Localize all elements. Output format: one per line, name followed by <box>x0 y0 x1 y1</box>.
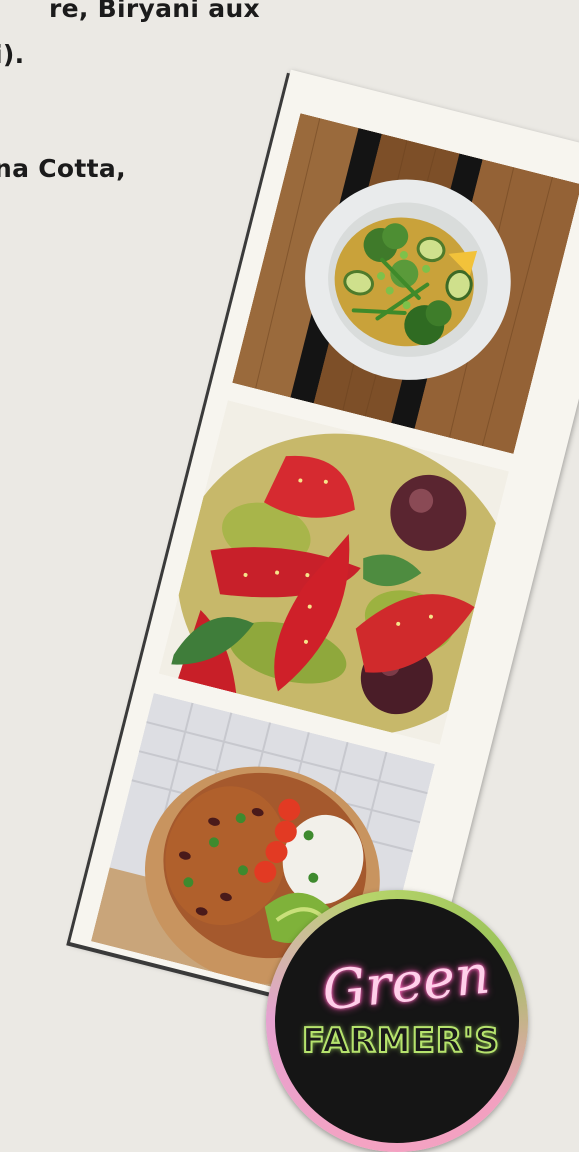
text-line-1: re, Biryani aux <box>49 0 260 23</box>
text-line-2: i). <box>0 40 25 69</box>
veggie-bowl-photo <box>232 113 579 454</box>
logo-script-text: Green <box>319 942 493 1023</box>
photo-strip <box>70 69 579 1031</box>
text-line-3: na Cotta, <box>0 154 126 183</box>
fruit-salad-photo <box>158 400 509 745</box>
green-farmers-logo: Green FARMER'S <box>266 890 528 1152</box>
logo-background: Green FARMER'S <box>275 899 519 1143</box>
logo-word-text: FARMER'S <box>301 1020 500 1062</box>
